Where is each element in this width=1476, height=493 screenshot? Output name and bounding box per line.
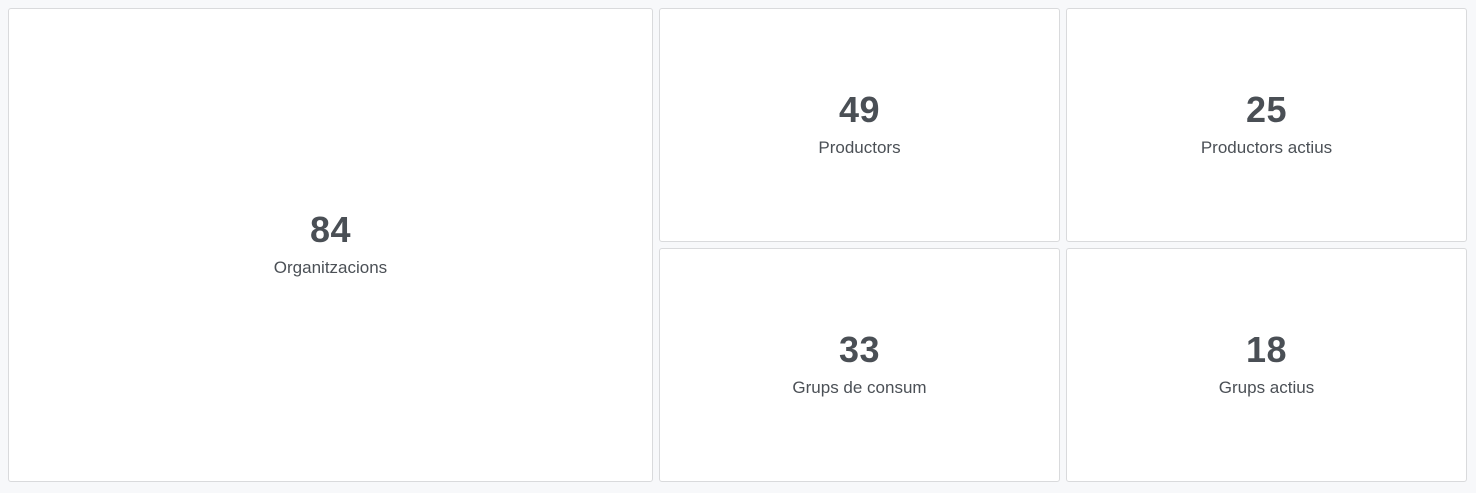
producers-label: Productors [818,137,901,157]
consumer-groups-stat-card: 33 Grups de consum [659,248,1060,482]
organizations-label: Organitzacions [273,257,388,277]
consumer-groups-count: 33 [838,328,881,370]
stats-dashboard: 84 Organitzacions 49 Productors 25 Produ… [0,0,1476,493]
organizations-count: 84 [309,208,352,250]
active-producers-label: Productors actius [1200,137,1333,157]
producers-stat-card: 49 Productors [659,8,1060,242]
active-producers-stat-card: 25 Productors actius [1066,8,1467,242]
producers-count: 49 [838,88,881,130]
active-groups-stat-card: 18 Grups actius [1066,248,1467,482]
active-groups-count: 18 [1245,328,1288,370]
active-groups-label: Grups actius [1218,377,1315,397]
consumer-groups-label: Grups de consum [792,377,927,397]
organizations-stat-card: 84 Organitzacions [8,8,653,482]
active-producers-count: 25 [1245,88,1288,130]
